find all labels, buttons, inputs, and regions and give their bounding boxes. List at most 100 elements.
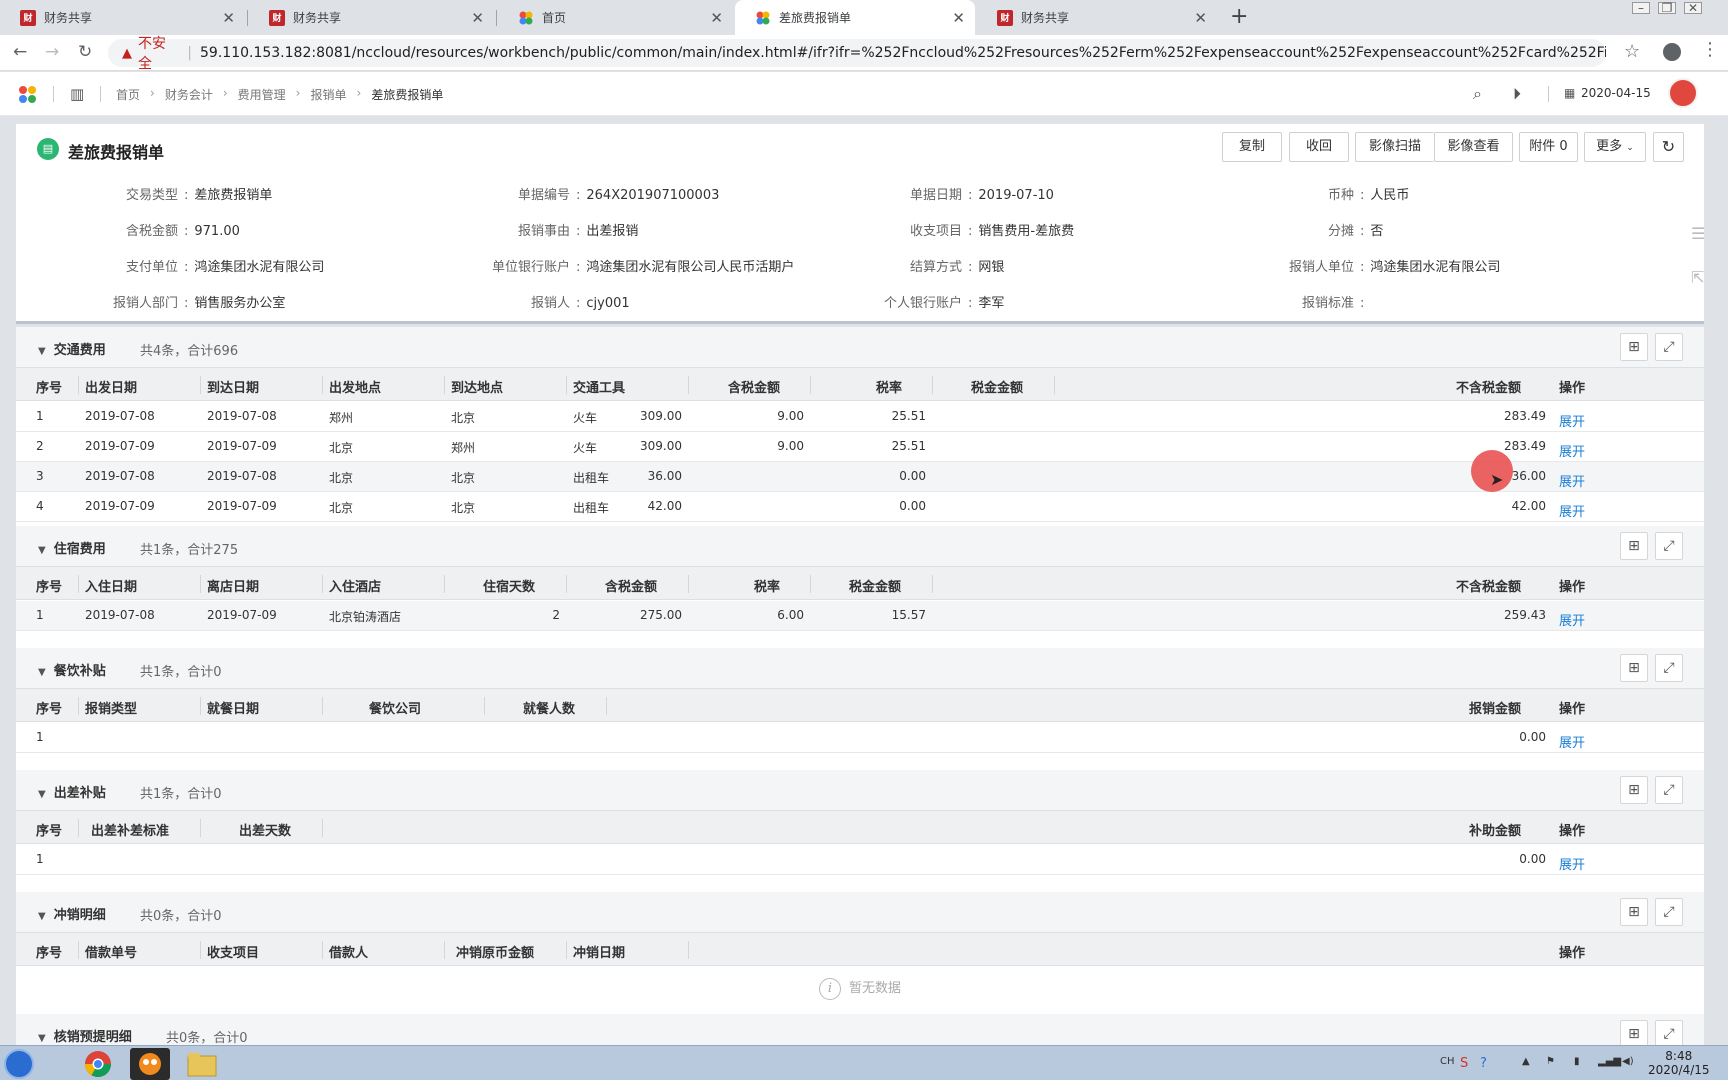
volume-icon[interactable]: ◀)	[1622, 1056, 1634, 1067]
field-value[interactable]: 差旅费报销单	[194, 188, 272, 203]
fullscreen-icon[interactable]: ⤢	[1655, 898, 1683, 926]
field-value[interactable]: 2019-07-10	[978, 188, 1054, 203]
section-title[interactable]: ▼ 出差补贴	[38, 782, 106, 801]
recall-button[interactable]: 收回	[1289, 132, 1349, 162]
field-value[interactable]: 网银	[978, 260, 1004, 275]
close-icon[interactable]: ✕	[1194, 9, 1207, 27]
field-value[interactable]: 销售费用-差旅费	[978, 224, 1074, 239]
breadcrumb-finance[interactable]: 财务会计	[165, 86, 213, 103]
breadcrumb-home[interactable]: 首页	[116, 86, 140, 103]
refresh-icon[interactable]: ↻	[1653, 132, 1684, 162]
browser-tab-1[interactable]: 财 财务共享 ✕	[0, 0, 245, 35]
expand-link[interactable]: 展开	[1559, 610, 1585, 629]
close-icon[interactable]: ✕	[222, 9, 235, 27]
grid-icon[interactable]: ⊞	[1620, 654, 1648, 682]
expand-link[interactable]: 展开	[1559, 732, 1585, 751]
forward-icon[interactable]: →	[45, 42, 59, 62]
tray-expand-icon[interactable]: ▲	[1522, 1056, 1530, 1067]
table-row[interactable]: 4 2019-07-09 2019-07-09 北京 北京 出租车 42.00 0.00 42.…	[16, 492, 1704, 522]
field-value[interactable]: 鸿途集团水泥有限公司人民币活期户	[586, 260, 794, 275]
browser-tab-4-active[interactable]: 差旅费报销单 ✕	[735, 0, 975, 35]
new-tab-icon[interactable]: +	[1230, 4, 1248, 29]
table-row[interactable]: 3 2019-07-08 2019-07-08 北京 北京 出租车 36.00 0.00 36.…	[16, 462, 1704, 492]
expand-link[interactable]: 展开	[1559, 854, 1585, 873]
clock[interactable]: 8:48 2020/4/15	[1648, 1049, 1710, 1077]
grid-icon[interactable]: ⊞	[1620, 898, 1648, 926]
section-title[interactable]: ▼ 餐饮补贴	[38, 660, 106, 679]
section-title[interactable]: ▼ 核销预提明细	[38, 1026, 132, 1045]
chrome-icon[interactable]	[78, 1048, 118, 1080]
table-row[interactable]: 1 2019-07-08 2019-07-09 北京铂涛酒店 2 275.00 …	[16, 601, 1704, 631]
battery-icon[interactable]: ▮	[1574, 1056, 1580, 1067]
field-value[interactable]: 销售服务办公室	[194, 296, 285, 311]
breadcrumb-expense-mgmt[interactable]: 费用管理	[238, 86, 286, 103]
expand-link[interactable]: 展开	[1559, 411, 1585, 430]
profile-icon[interactable]	[1663, 43, 1681, 61]
network-icon[interactable]: ▂▄▆	[1598, 1056, 1621, 1067]
ime-indicator[interactable]: CH	[1440, 1056, 1455, 1067]
browser-tab-2[interactable]: 财 财务共享 ✕	[249, 0, 494, 35]
field-value[interactable]: cjy001	[586, 296, 629, 311]
image-view-button[interactable]: 影像查看	[1434, 132, 1513, 162]
field-value[interactable]: 人民币	[1370, 188, 1409, 203]
expand-link[interactable]: 展开	[1559, 501, 1585, 520]
close-icon[interactable]: ✕	[952, 9, 965, 27]
fullscreen-icon[interactable]: ⤢	[1655, 776, 1683, 804]
app-logo-icon[interactable]	[19, 86, 37, 104]
outline-icon[interactable]: ☰	[1691, 224, 1705, 243]
sogou-icon[interactable]: S	[1460, 1056, 1468, 1071]
table-row[interactable]: 1 0.00 展开	[16, 845, 1704, 875]
field-value[interactable]: 264X201907100003	[586, 188, 719, 203]
search-icon[interactable]: ⌕	[1473, 84, 1482, 104]
table-row[interactable]: 2 2019-07-09 2019-07-09 北京 郑州 火车 309.00 9.00 25.…	[16, 432, 1704, 462]
bookmark-star-icon[interactable]: ☆	[1624, 41, 1640, 62]
expand-link[interactable]: 展开	[1559, 471, 1585, 490]
field-value[interactable]: 971.00	[194, 224, 240, 239]
field-value[interactable]: 鸿途集团水泥有限公司	[1370, 260, 1500, 275]
restore-icon[interactable]: ❐	[1658, 2, 1676, 14]
copy-button[interactable]: 复制	[1222, 132, 1282, 162]
section-title[interactable]: ▼ 冲销明细	[38, 904, 106, 923]
business-date[interactable]: 2020-04-15	[1581, 86, 1651, 100]
help-icon[interactable]: ?	[1480, 1056, 1487, 1071]
close-window-icon[interactable]: ✕	[1684, 2, 1702, 14]
building-icon[interactable]: ▥	[70, 85, 84, 103]
grid-icon[interactable]: ⊞	[1620, 1020, 1648, 1045]
grid-icon[interactable]: ⊞	[1620, 532, 1648, 560]
close-icon[interactable]: ✕	[471, 9, 484, 27]
browser-tab-5[interactable]: 财 财务共享 ✕	[977, 0, 1217, 35]
minimize-icon[interactable]: –	[1632, 2, 1650, 14]
image-scan-button[interactable]: 影像扫描	[1355, 132, 1434, 162]
grid-icon[interactable]: ⊞	[1620, 333, 1648, 361]
play-circle-icon[interactable]: ⏵	[1513, 84, 1521, 104]
avatar[interactable]	[1668, 78, 1698, 108]
flag-icon[interactable]: ⚑	[1546, 1056, 1555, 1067]
url-field[interactable]: ▲ 不安全 | 59.110.153.182:8081/nccloud/reso…	[108, 36, 1606, 72]
grid-icon[interactable]: ⊞	[1620, 776, 1648, 804]
windows-start-icon[interactable]	[4, 1049, 34, 1079]
browser-tab-3[interactable]: 首页 ✕	[498, 0, 733, 35]
section-title[interactable]: ▼ 住宿费用	[38, 538, 106, 557]
app-mascot-icon[interactable]	[130, 1048, 170, 1080]
menu-dots-icon[interactable]: ⋮	[1701, 39, 1719, 60]
fullscreen-icon[interactable]: ⤢	[1655, 1020, 1683, 1045]
field-value[interactable]: 李军	[978, 296, 1004, 311]
close-icon[interactable]: ✕	[710, 9, 723, 27]
share-icon[interactable]: ⇱	[1691, 268, 1704, 287]
fullscreen-icon[interactable]: ⤢	[1655, 654, 1683, 682]
field-value[interactable]: 出差报销	[586, 224, 638, 239]
fullscreen-icon[interactable]: ⤢	[1655, 532, 1683, 560]
back-icon[interactable]: ←	[13, 42, 27, 62]
table-row[interactable]: 1 2019-07-08 2019-07-08 郑州 北京 火车 309.00 9.00 25.…	[16, 402, 1704, 432]
fullscreen-icon[interactable]: ⤢	[1655, 333, 1683, 361]
attachment-button[interactable]: 附件 0	[1519, 132, 1578, 162]
field-value[interactable]: 否	[1370, 224, 1383, 239]
expand-link[interactable]: 展开	[1559, 441, 1585, 460]
folder-icon[interactable]	[182, 1048, 222, 1080]
reload-icon[interactable]: ↻	[78, 42, 92, 62]
more-button[interactable]: 更多 ⌄	[1584, 132, 1646, 162]
field-value[interactable]: 鸿途集团水泥有限公司	[194, 260, 324, 275]
table-row[interactable]: 1 0.00 展开	[16, 723, 1704, 753]
section-title[interactable]: ▼ 交通费用	[38, 339, 106, 358]
breadcrumb-reimburse[interactable]: 报销单	[310, 86, 346, 103]
